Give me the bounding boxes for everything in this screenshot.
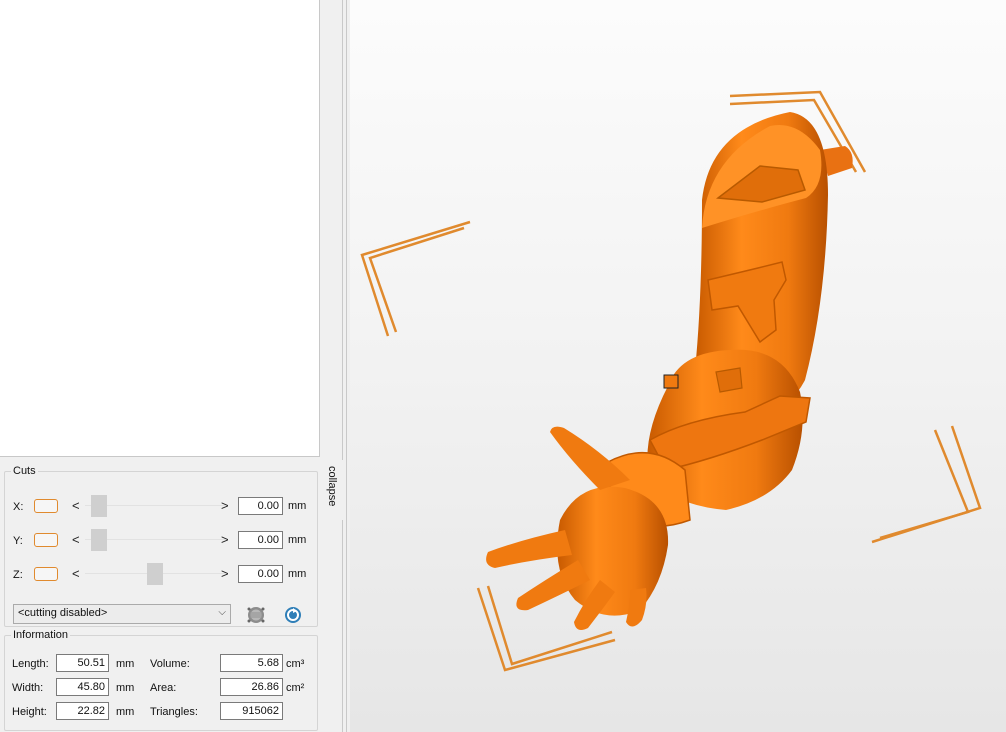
axis-label-z: Z: [13, 569, 23, 581]
slider-right-y[interactable]: > [221, 532, 229, 547]
cut-unit-y: mm [288, 534, 307, 546]
cuts-title: Cuts [13, 465, 36, 477]
cut-row-y: Y: < > 0.00 mm [5, 529, 315, 553]
slider-left-y[interactable]: < [72, 532, 80, 547]
cutting-mode-value: <cutting disabled> [18, 607, 108, 619]
volume-unit: cm³ [286, 658, 305, 670]
cut-value-z[interactable]: 0.00 [238, 565, 283, 583]
reset-icon[interactable] [284, 606, 302, 624]
height-value: 22.82 [56, 702, 109, 720]
cut-value-x[interactable]: 0.00 [238, 497, 283, 515]
axis-label-y: Y: [13, 535, 23, 547]
bounding-box-corner [871, 425, 982, 544]
slider-thumb-x[interactable] [91, 495, 107, 517]
splitter-divider [346, 0, 347, 732]
slider-x[interactable] [85, 495, 225, 517]
collapse-button[interactable]: collapse [322, 460, 344, 520]
arm-model[interactable] [486, 112, 853, 630]
splitter-divider [342, 0, 343, 732]
slider-y[interactable] [85, 529, 225, 551]
slider-thumb-z[interactable] [147, 563, 163, 585]
cutting-mode-select[interactable]: <cutting disabled> ⌵ [13, 604, 231, 624]
information-title: Information [13, 629, 69, 641]
cut-toggle-y[interactable] [34, 533, 58, 547]
slider-left-x[interactable]: < [72, 498, 80, 513]
cut-toggle-x[interactable] [34, 499, 58, 513]
model-canvas[interactable] [350, 0, 1006, 732]
area-unit: cm² [286, 682, 305, 694]
object-tree[interactable] [0, 0, 320, 457]
triangles-label: Triangles: [150, 706, 198, 718]
slider-left-z[interactable]: < [72, 566, 80, 581]
cuts-group: Cuts X: < > 0.00 mm Y: < > 0.00 mm Z: < … [4, 465, 318, 627]
width-unit: mm [116, 682, 135, 694]
cut-unit-z: mm [288, 568, 307, 580]
length-unit: mm [116, 658, 135, 670]
information-group: Information Length: 50.51 mm Width: 45.8… [4, 629, 318, 731]
triangles-value: 915062 [220, 702, 283, 720]
cut-settings-icon[interactable] [244, 603, 268, 627]
pivot-marker[interactable] [663, 374, 679, 389]
cut-value-y[interactable]: 0.00 [238, 531, 283, 549]
cut-unit-x: mm [288, 500, 307, 512]
width-value: 45.80 [56, 678, 109, 696]
left-panel: Cuts X: < > 0.00 mm Y: < > 0.00 mm Z: < … [0, 0, 320, 732]
length-label: Length: [12, 658, 49, 670]
3d-viewport[interactable] [350, 0, 1006, 732]
area-label: Area: [150, 682, 177, 694]
slider-thumb-y[interactable] [91, 529, 107, 551]
chevron-down-icon: ⌵ [218, 607, 226, 618]
bounding-box-corner [360, 220, 471, 337]
length-value: 50.51 [56, 654, 109, 672]
slider-z[interactable] [85, 563, 225, 585]
height-unit: mm [116, 706, 135, 718]
cut-row-x: X: < > 0.00 mm [5, 495, 315, 519]
slider-right-z[interactable]: > [221, 566, 229, 581]
volume-value: 5.68 [220, 654, 283, 672]
cut-row-z: Z: < > 0.00 mm [5, 563, 315, 587]
slider-right-x[interactable]: > [221, 498, 229, 513]
collapse-label: collapse [326, 466, 338, 507]
volume-label: Volume: [150, 658, 190, 670]
axis-label-x: X: [13, 501, 24, 513]
height-label: Height: [12, 706, 47, 718]
width-label: Width: [12, 682, 44, 694]
area-value: 26.86 [220, 678, 283, 696]
cut-toggle-z[interactable] [34, 567, 58, 581]
